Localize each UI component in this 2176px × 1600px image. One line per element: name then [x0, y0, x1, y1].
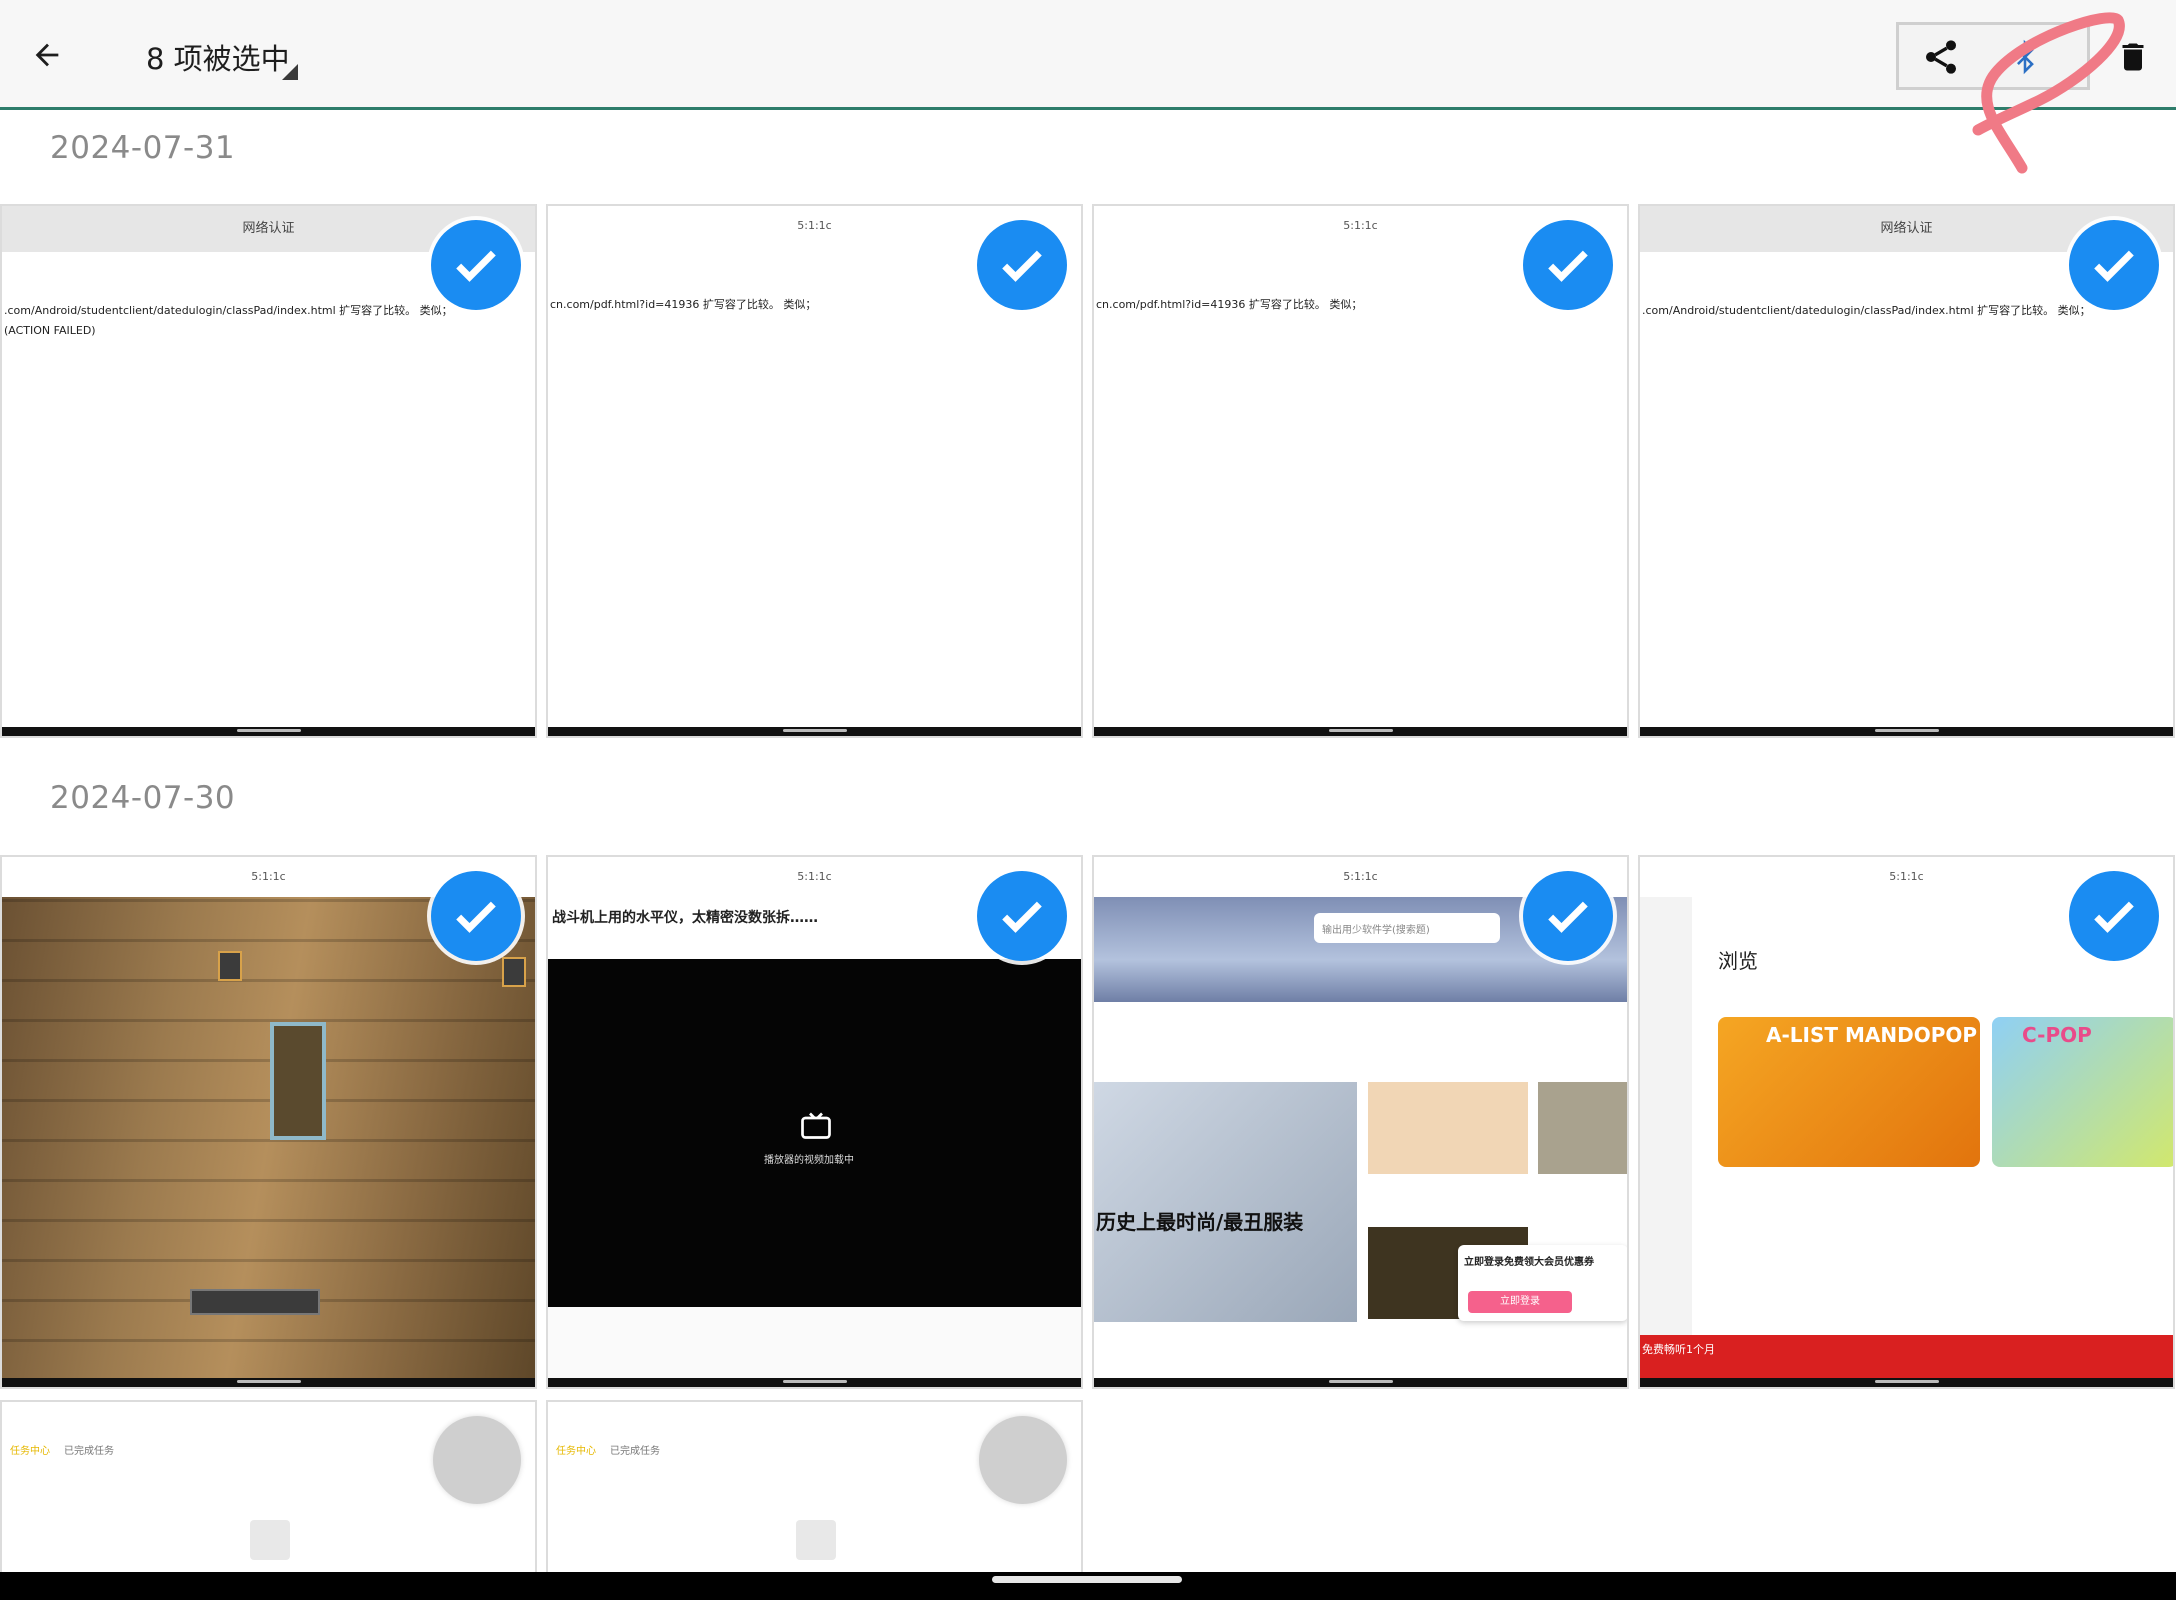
task-tab: 任务中心: [556, 1446, 596, 1457]
playlist-card[interactable]: C-POP: [1992, 1017, 2173, 1167]
lantern: [502, 957, 526, 987]
playlist-card[interactable]: A-LIST MANDOPOP: [1718, 1017, 1980, 1167]
playlist-title: C-POP: [2022, 1023, 2092, 1047]
date-header: 2024-07-30: [50, 780, 236, 816]
selected-check[interactable]: [977, 871, 1067, 961]
thumbnail-text: .com/Android/studentclient/datedulogin/c…: [4, 304, 453, 317]
delete-button[interactable]: [2108, 30, 2158, 84]
photo-thumbnail[interactable]: 任务中心 已完成任务: [0, 1400, 537, 1580]
share-icon: [1926, 40, 1956, 74]
playlist-title: A-LIST MANDOPOP: [1766, 1023, 1978, 1047]
selected-check[interactable]: [431, 871, 521, 961]
empty-state-illustration: [250, 1520, 290, 1560]
empty-state-illustration: [796, 1520, 836, 1560]
photo-thumbnail[interactable]: 网络认证 .com/Android/studentclient/datedulo…: [0, 204, 537, 738]
thumbnail-text: .com/Android/studentclient/datedulogin/c…: [1642, 304, 2091, 317]
game-screenshot: [2, 897, 535, 1382]
check-circle-icon: [456, 250, 496, 282]
tv-icon: [801, 1112, 831, 1139]
photo-thumbnail[interactable]: 5:1:1c cn.com/pdf.html?id=41936 扩写容了比较。 …: [546, 204, 1083, 738]
home-gesture-handle[interactable]: [992, 1576, 1182, 1583]
photo-thumbnail[interactable]: 网络认证 .com/Android/studentclient/datedulo…: [1638, 204, 2175, 738]
music-sidebar: [1640, 897, 1692, 1337]
search-input[interactable]: 输出用少软件学(搜索题): [1314, 913, 1500, 943]
selected-check[interactable]: [1523, 220, 1613, 310]
photo-thumbnail[interactable]: 任务中心 已完成任务: [546, 1400, 1083, 1580]
check-circle-icon: [1002, 250, 1042, 282]
title-corner-indicator: [282, 64, 298, 80]
bluetooth-icon: [2017, 39, 2034, 75]
share-button[interactable]: [1914, 30, 1968, 84]
promo-text: 立即登录免费领大会员优惠券: [1464, 1257, 1594, 1268]
thumbnail-navbar: [1094, 1378, 1627, 1387]
arrow-left-icon: [35, 43, 59, 67]
thumbnail-navbar: [2, 727, 535, 736]
bluetooth-button[interactable]: [1998, 30, 2052, 84]
date-header: 2024-07-31: [50, 130, 236, 166]
thumbnail-navbar: [1640, 1378, 2173, 1387]
photo-thumbnail[interactable]: 5:1:1c: [0, 855, 537, 1389]
check-circle-icon: [1548, 250, 1588, 282]
thumbnail-navbar: [2, 1378, 535, 1387]
task-tab: 已完成任务: [64, 1446, 114, 1457]
video-card[interactable]: [1538, 1082, 1627, 1174]
thumbnail-text: cn.com/pdf.html?id=41936 扩写容了比较。 类似；: [1096, 298, 1363, 311]
check-circle-icon: [2094, 250, 2134, 282]
thumbnail-navbar: [1094, 727, 1627, 736]
task-tab: 任务中心: [10, 1446, 50, 1457]
video-player[interactable]: 播放器的视频加载中: [548, 959, 1081, 1307]
thumbnail-text: cn.com/pdf.html?id=41936 扩写容了比较。 类似；: [550, 298, 817, 311]
unselected-check[interactable]: [979, 1416, 1067, 1504]
back-button[interactable]: [22, 30, 72, 80]
thumbnail-text: (ACTION FAILED): [4, 324, 96, 337]
thumbnail-navbar: [548, 727, 1081, 736]
video-card[interactable]: [1368, 1082, 1528, 1174]
task-tab: 已完成任务: [610, 1446, 660, 1457]
thumbnail-navbar: [1640, 727, 2173, 736]
photo-thumbnail[interactable]: 5:1:1c 输出用少软件学(搜索题) 历史上最时尚/最丑服装 立即登录免费领大…: [1092, 855, 1629, 1389]
featured-card[interactable]: 历史上最时尚/最丑服装: [1094, 1082, 1357, 1322]
promo-banner-text: 免费畅听1个月: [1642, 1343, 1715, 1356]
search-placeholder: 输出用少软件学(搜索题): [1322, 925, 1430, 936]
lantern: [218, 951, 242, 981]
photo-thumbnail[interactable]: 5:1:1c 战斗机上用的水平仪，太精密没数张拆…… 播放器的视频加载中: [546, 855, 1083, 1389]
unselected-check[interactable]: [433, 1416, 521, 1504]
selected-check[interactable]: [2069, 220, 2159, 310]
check-circle-icon: [1002, 901, 1042, 933]
check-circle-icon: [456, 901, 496, 933]
thumbnail-navbar: [548, 1378, 1081, 1387]
check-circle-icon: [1548, 901, 1588, 933]
promo-banner[interactable]: 免费畅听1个月: [1640, 1335, 2173, 1383]
selected-check[interactable]: [977, 220, 1067, 310]
login-promo-popup: 立即登录免费领大会员优惠券 立即登录: [1458, 1245, 1627, 1321]
photo-thumbnail[interactable]: 5:1:1c cn.com/pdf.html?id=41936 扩写容了比较。 …: [1092, 204, 1629, 738]
video-title: 战斗机上用的水平仪，太精密没数张拆……: [552, 910, 818, 926]
selected-check[interactable]: [2069, 871, 2159, 961]
photo-thumbnail[interactable]: 5:1:1c 浏览 A-LIST MANDOPOP C-POP 免费畅听1个月: [1638, 855, 2175, 1389]
selection-count-title: 8 项被选中: [146, 42, 290, 76]
app-bar: 8 项被选中: [0, 0, 2176, 174]
selected-check[interactable]: [1523, 871, 1613, 961]
video-comment-bar: [548, 1307, 1081, 1383]
game-hotbar: [190, 1289, 320, 1315]
system-navigation-bar: [0, 1572, 2176, 1600]
login-button[interactable]: 立即登录: [1468, 1291, 1572, 1313]
trash-icon: [2122, 43, 2144, 71]
glass-door: [270, 1022, 326, 1140]
check-circle-icon: [2094, 901, 2134, 933]
category-nav: [1094, 1002, 1627, 1082]
browse-title: 浏览: [1718, 949, 1758, 973]
player-hint: 播放器的视频加载中: [764, 1155, 854, 1166]
banner-text: 历史上最时尚/最丑服装: [1096, 1210, 1304, 1234]
selected-check[interactable]: [431, 220, 521, 310]
